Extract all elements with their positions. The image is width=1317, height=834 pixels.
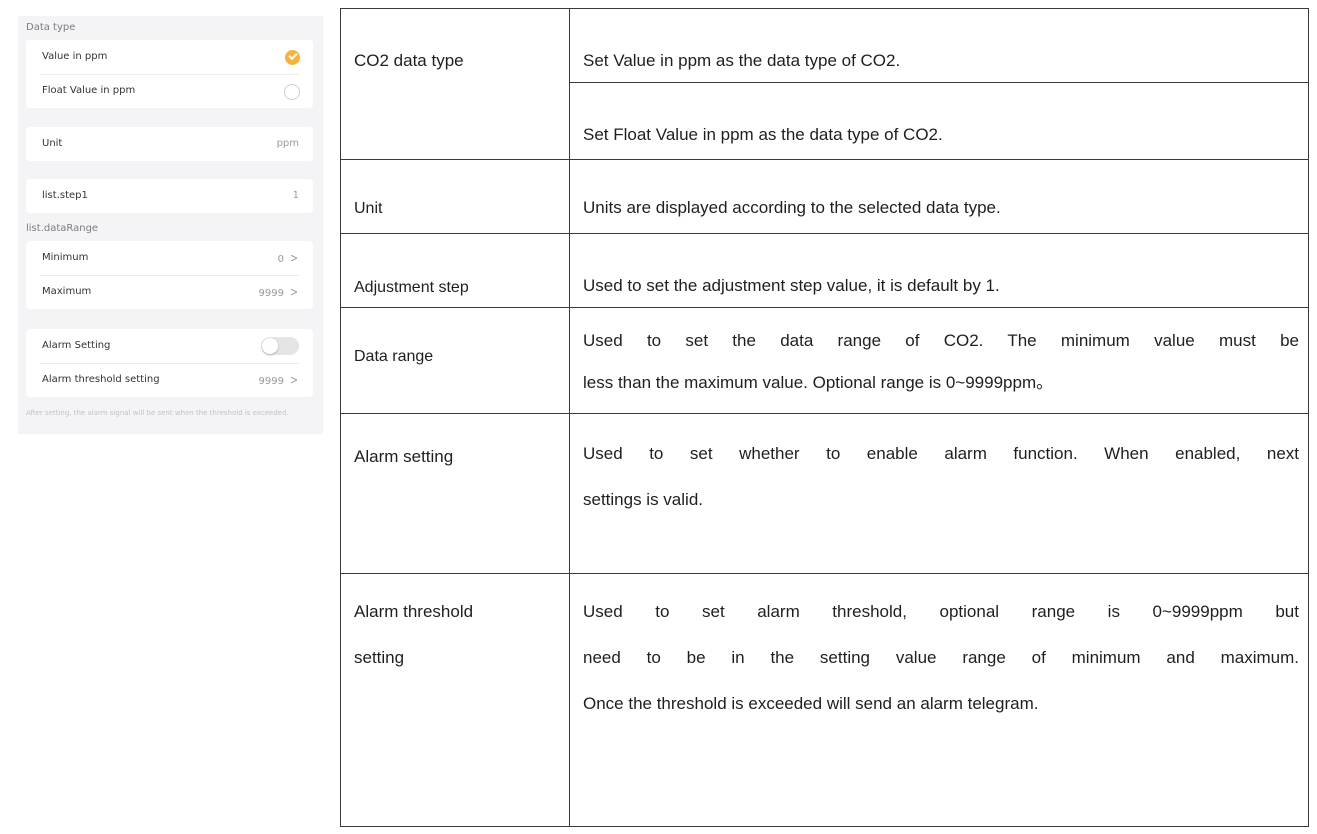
unit-label: Unit xyxy=(42,138,63,149)
data-type-section-label: Data type xyxy=(26,22,76,33)
step-row[interactable]: list.step1 1 xyxy=(26,179,313,213)
alarm-threshold-label: Alarm threshold setting xyxy=(42,374,160,385)
option-float-value-in-ppm-label: Float Value in ppm xyxy=(42,85,136,96)
table-line-co2-split xyxy=(569,82,1309,83)
option-float-value-in-ppm[interactable]: Float Value in ppm xyxy=(26,74,313,108)
unit-desc: Units are displayed according to the sel… xyxy=(583,190,1299,226)
range-row-label: Data range xyxy=(354,348,434,365)
alarm-desc-line-1: Used to set whether to enable alarm func… xyxy=(583,444,1299,463)
range-desc-line-2: less than the maximum value. Optional ra… xyxy=(583,373,1054,392)
co2-desc-b-text: Set Float Value in ppm as the data type … xyxy=(583,125,943,144)
unit-row-label: Unit xyxy=(354,200,383,217)
cell-alarm-desc: Used to set whether to enable alarm func… xyxy=(569,413,1309,573)
table-line-5 xyxy=(340,573,1309,574)
co2-desc-b: Set Float Value in ppm as the data type … xyxy=(583,117,1299,153)
co2-desc-a-text: Set Value in ppm as the data type of CO2… xyxy=(583,51,901,70)
cell-unit-desc: Units are displayed according to the sel… xyxy=(569,159,1309,233)
maximum-label: Maximum xyxy=(42,286,92,297)
step-desc-text: Used to set the adjustment step value, i… xyxy=(583,276,1000,295)
table-border-left xyxy=(340,8,341,827)
data-type-card: Value in ppm Float Value in ppm xyxy=(26,40,313,108)
minimum-value-wrap: 0 > xyxy=(278,241,299,277)
minimum-value: 0 xyxy=(277,254,284,265)
cell-range-label: Data range xyxy=(340,307,569,413)
description-table: CO2 data type Set Value in ppm as the da… xyxy=(340,8,1309,827)
alarm-card: Alarm Setting Alarm threshold setting 99… xyxy=(26,329,313,397)
alarm-desc: Used to set whether to enable alarm func… xyxy=(583,431,1299,523)
threshold-desc-line-3: Once the threshold is exceeded will send… xyxy=(583,694,1039,713)
table-line-4 xyxy=(340,413,1309,414)
cell-co2-desc-a: Set Value in ppm as the data type of CO2… xyxy=(569,8,1309,82)
step-card: list.step1 1 xyxy=(26,179,313,213)
chevron-right-icon: > xyxy=(289,373,298,387)
checked-circle-icon[interactable] xyxy=(285,50,300,65)
unchecked-circle-icon[interactable] xyxy=(284,84,300,100)
data-range-section-label: list.dataRange xyxy=(26,223,99,234)
minimum-row[interactable]: Minimum 0 > xyxy=(26,241,313,275)
maximum-row[interactable]: Maximum 9999 > xyxy=(26,275,313,309)
alarm-threshold-value-wrap: 9999 > xyxy=(258,363,299,399)
step-row-label: Adjustment step xyxy=(354,279,469,296)
unit-row: Unit ppm xyxy=(26,127,313,161)
option-value-in-ppm[interactable]: Value in ppm xyxy=(26,40,313,74)
alarm-threshold-row[interactable]: Alarm threshold setting 9999 > xyxy=(26,363,313,397)
cell-unit-label: Unit xyxy=(340,159,569,233)
cell-threshold-desc: Used to set alarm threshold, optional ra… xyxy=(569,573,1309,827)
minimum-label: Minimum xyxy=(42,252,89,263)
alarm-setting-label: Alarm Setting xyxy=(42,340,111,351)
cell-co2-data-type-label: CO2 data type xyxy=(340,8,569,159)
alarm-note: After setting, the alarm signal will be … xyxy=(26,409,289,417)
threshold-desc: Used to set alarm threshold, optional ra… xyxy=(583,589,1299,727)
table-border-top xyxy=(340,8,1309,9)
unit-desc-text: Units are displayed according to the sel… xyxy=(583,198,1001,217)
alarm-row-label: Alarm setting xyxy=(354,447,454,466)
settings-panel: Data type Value in ppm Float Value in pp… xyxy=(18,16,323,434)
option-value-in-ppm-label: Value in ppm xyxy=(42,51,108,62)
range-desc-line-1: Used to set the data range of CO2. The m… xyxy=(583,331,1299,350)
threshold-desc-line-1: Used to set alarm threshold, optional ra… xyxy=(583,602,1299,621)
table-border-right xyxy=(1308,8,1309,827)
alarm-threshold-value: 9999 xyxy=(258,376,284,387)
threshold-row-label-1: Alarm threshold xyxy=(354,602,474,621)
maximum-value-wrap: 9999 > xyxy=(258,275,299,311)
alarm-toggle[interactable] xyxy=(261,337,299,355)
alarm-desc-line-2: settings is valid. xyxy=(583,490,703,509)
cell-step-label: Adjustment step xyxy=(340,233,569,307)
step-desc: Used to set the adjustment step value, i… xyxy=(583,268,1299,304)
co2-desc-a: Set Value in ppm as the data type of CO2… xyxy=(583,43,1299,79)
table-column-divider xyxy=(569,8,570,827)
cell-threshold-label: Alarm threshold setting xyxy=(340,573,569,827)
range-desc: Used to set the data range of CO2. The m… xyxy=(583,320,1299,404)
table-line-2 xyxy=(340,233,1309,234)
toggle-knob xyxy=(262,338,278,354)
cell-range-desc: Used to set the data range of CO2. The m… xyxy=(569,307,1309,413)
step-label: list.step1 xyxy=(42,190,88,201)
data-range-card: Minimum 0 > Maximum 9999 > xyxy=(26,241,313,309)
table-line-1 xyxy=(340,159,1309,160)
unit-value: ppm xyxy=(276,138,299,149)
cell-step-desc: Used to set the adjustment step value, i… xyxy=(569,233,1309,307)
threshold-desc-line-2: need to be in the setting value range of… xyxy=(583,648,1299,667)
threshold-row-label-2: setting xyxy=(354,648,405,667)
cell-co2-desc-b: Set Float Value in ppm as the data type … xyxy=(569,83,1309,159)
chevron-right-icon: > xyxy=(289,251,298,265)
table-line-3 xyxy=(340,307,1309,308)
maximum-value: 9999 xyxy=(258,288,284,299)
unit-card: Unit ppm xyxy=(26,127,313,161)
alarm-setting-row: Alarm Setting xyxy=(26,329,313,363)
chevron-right-icon: > xyxy=(289,285,298,299)
table-border-bottom xyxy=(340,826,1309,827)
co2-data-type-label: CO2 data type xyxy=(354,51,464,70)
step-value: 1 xyxy=(292,190,299,201)
cell-alarm-label: Alarm setting xyxy=(340,413,569,573)
